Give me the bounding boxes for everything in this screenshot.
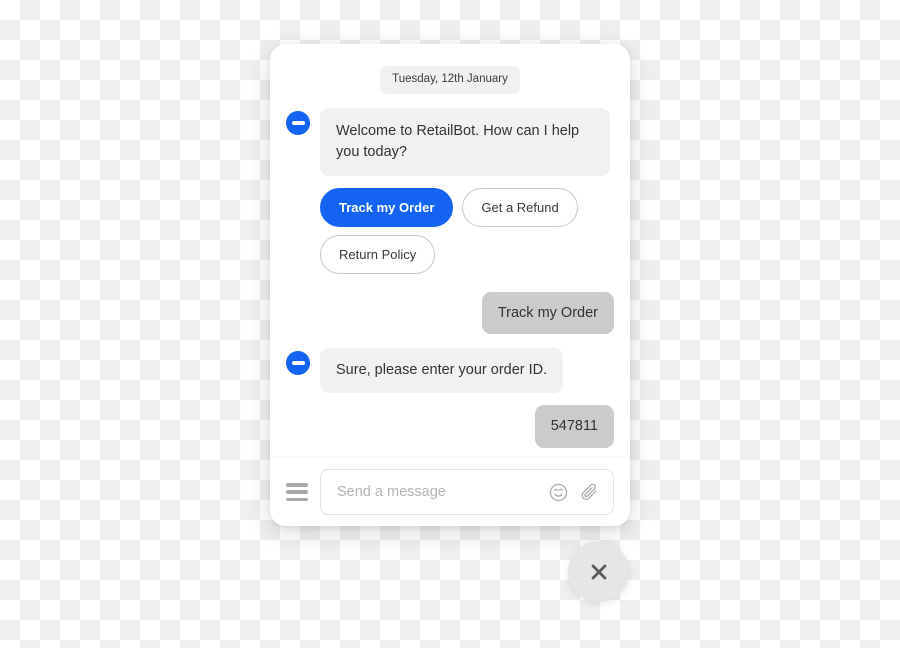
menu-bar-2 [286, 490, 308, 494]
hamburger-menu-icon[interactable] [286, 483, 308, 501]
paperclip-icon[interactable] [578, 481, 601, 504]
menu-bar-3 [286, 497, 308, 501]
quick-reply-return-policy[interactable]: Return Policy [320, 234, 436, 274]
message-input[interactable] [335, 483, 539, 501]
minus-bar [291, 120, 305, 125]
smiley-face-icon[interactable] [547, 481, 570, 504]
message-input-wrap[interactable] [320, 469, 614, 515]
close-widget-button[interactable] [568, 541, 629, 602]
quick-reply-get-a-refund[interactable]: Get a Refund [462, 187, 578, 227]
quick-reply-track-my-order[interactable]: Track my Order [320, 187, 454, 227]
user-message-bubble: Track my Order [481, 291, 614, 335]
close-x-icon [591, 564, 606, 579]
composer-bar [270, 458, 630, 526]
date-divider-label: Tuesday, 12th January [380, 66, 520, 94]
user-message-row: 547811 [286, 405, 614, 448]
minus-bar [291, 361, 305, 366]
minus-circle-icon [286, 351, 310, 376]
date-divider: Tuesday, 12th January [286, 66, 614, 94]
screen-canvas: Tuesday, 12th January Welcome to RetailB… [0, 0, 900, 648]
message-list: Tuesday, 12th January Welcome to RetailB… [270, 44, 630, 458]
user-message-row: Track my Order [286, 291, 614, 335]
bot-message-row: Sure, please enter your order ID. [286, 348, 614, 394]
bot-message-bubble: Sure, please enter your order ID. [320, 348, 564, 394]
bot-message-bubble: Welcome to RetailBot. How can I help you… [320, 107, 610, 176]
bot-message-row: Welcome to RetailBot. How can I help you… [286, 107, 614, 176]
minus-circle-icon [286, 110, 310, 135]
chat-widget-card: Tuesday, 12th January Welcome to RetailB… [270, 44, 630, 526]
user-message-bubble: 547811 [534, 405, 614, 448]
menu-bar-1 [286, 483, 308, 487]
quick-reply-group: Track my Order Get a Refund Return Polic… [320, 187, 582, 274]
